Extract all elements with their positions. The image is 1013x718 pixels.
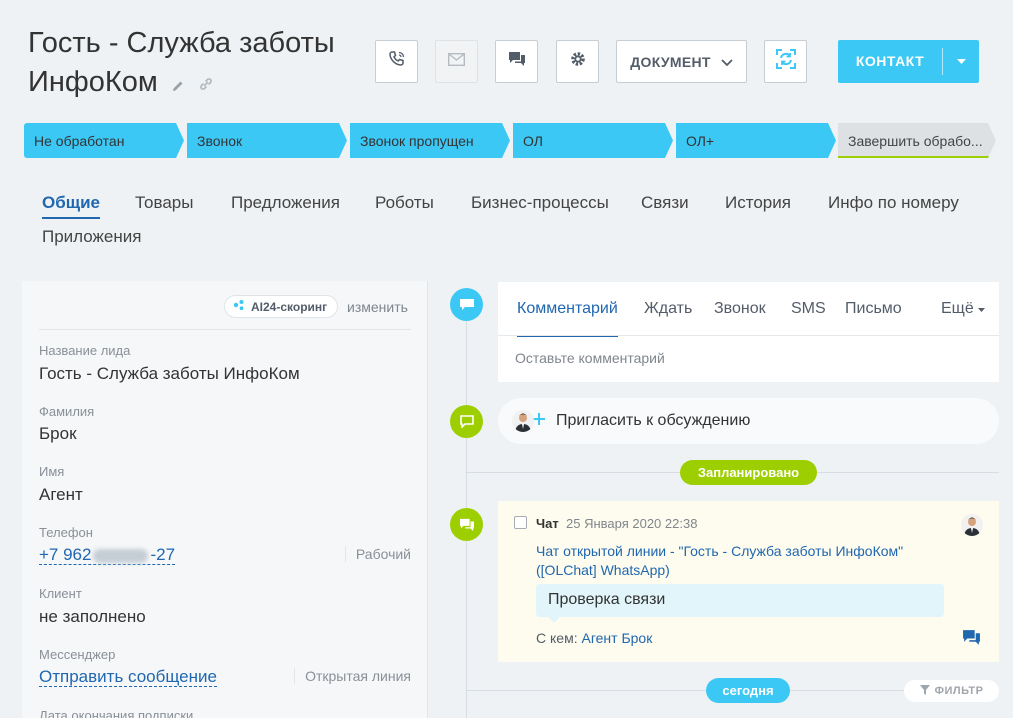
ai-scoring-badge[interactable]: AI24-скоринг — [224, 295, 339, 318]
stage-ol-plus[interactable]: ОЛ+ — [676, 123, 836, 158]
tab-links[interactable]: Связи — [641, 193, 689, 213]
with-label: С кем: — [536, 630, 578, 646]
chat-date: 25 Января 2020 22:38 — [566, 516, 698, 531]
open-line-chat-link[interactable]: Чат открытой линии - "Гость - Служба заб… — [536, 542, 936, 580]
chat-dot-icon — [450, 508, 483, 541]
stage-not-processed[interactable]: Не обработан — [24, 123, 184, 158]
document-button[interactable]: ДОКУМЕНТ — [616, 40, 747, 83]
filter-button[interactable]: ФИЛЬТР — [904, 680, 999, 702]
messenger-type: Открытая линия — [294, 668, 411, 684]
editor-tab-call[interactable]: Звонок — [714, 300, 766, 318]
contact-button-label: КОНТАКТ — [838, 48, 943, 75]
chat-bubbles-icon — [508, 51, 526, 72]
stage-call[interactable]: Звонок — [187, 123, 347, 158]
field-label-phone: Телефон — [39, 525, 93, 540]
field-value-lead-name: Гость - Служба заботы ИнфоКом — [39, 364, 300, 383]
comment-input[interactable]: Оставьте комментарий — [515, 350, 665, 366]
phone-suffix: -27 — [150, 545, 176, 564]
chat-title: Чат — [536, 516, 559, 531]
call-button[interactable] — [375, 40, 418, 83]
field-label-client: Клиент — [39, 586, 82, 601]
tab-general[interactable]: Общие — [42, 193, 100, 219]
field-label-subscription-end: Дата окончания подписки — [39, 708, 194, 718]
gear-icon — [569, 50, 587, 73]
stage-ol[interactable]: ОЛ — [513, 123, 673, 158]
field-label-first-name: Имя — [39, 464, 65, 479]
with-whom: С кем: Агент Брок — [536, 630, 652, 646]
email-button[interactable] — [435, 40, 478, 83]
send-message-link[interactable]: Отправить сообщение — [39, 667, 217, 687]
editor-divider — [498, 335, 999, 336]
avatar — [512, 410, 534, 432]
field-label-last-name: Фамилия — [39, 404, 95, 419]
avatar — [961, 514, 983, 536]
pencil-icon[interactable] — [172, 64, 184, 103]
invite-label: Пригласить к обсуждению — [556, 412, 751, 429]
message-bubble: Проверка связи — [536, 584, 944, 623]
field-label-lead-name: Название лида — [39, 343, 131, 358]
redacted-digits — [93, 548, 149, 563]
settings-button[interactable] — [556, 40, 599, 83]
lead-details-panel: AI24-скоринг изменить Название лида Гост… — [22, 281, 428, 718]
chat-activity-card: Чат 25 Января 2020 22:38 Чат открытой ли… — [498, 501, 999, 662]
planned-badge: Запланировано — [680, 460, 817, 485]
field-label-messenger: Мессенджер — [39, 647, 116, 662]
editor-tab-wait[interactable]: Ждать — [644, 300, 692, 318]
scoring-icon — [233, 299, 245, 314]
more-caret-icon — [978, 308, 986, 312]
filter-label: ФИЛЬТР — [934, 685, 984, 697]
contact-button[interactable]: КОНТАКТ — [838, 40, 979, 83]
stage-missed-call[interactable]: Звонок пропущен — [350, 123, 510, 158]
chat-button[interactable] — [495, 40, 538, 83]
dropdown-arrow-icon[interactable] — [943, 58, 979, 65]
envelope-icon — [447, 52, 466, 71]
editor-tab-comment[interactable]: Комментарий — [517, 300, 618, 337]
editor-tab-email[interactable]: Письмо — [845, 300, 902, 318]
today-badge: сегодня — [706, 678, 790, 703]
field-value-last-name: Брок — [39, 424, 77, 443]
tab-products[interactable]: Товары — [135, 193, 193, 213]
stage-finish[interactable]: Завершить обрабо... — [838, 123, 996, 158]
message-text: Проверка связи — [548, 591, 666, 608]
complete-checkbox[interactable] — [514, 516, 527, 529]
invite-discussion-button[interactable]: Пригласить к обсуждению — [498, 398, 999, 444]
add-plus-icon — [532, 412, 546, 431]
link-icon[interactable] — [198, 64, 214, 103]
field-value-first-name: Агент — [39, 485, 83, 504]
tab-number-info[interactable]: Инфо по номеру — [828, 193, 959, 213]
activity-editor: Комментарий Ждать Звонок SMS Письмо Ещё … — [498, 282, 999, 382]
convert-icon — [775, 48, 797, 75]
comment-dot-icon — [450, 288, 483, 321]
discussion-dot-icon — [450, 405, 483, 438]
funnel-icon — [919, 684, 930, 698]
tab-business-processes[interactable]: Бизнес-процессы — [471, 193, 609, 213]
divider — [39, 329, 411, 330]
phone-prefix: +7 962 — [39, 545, 92, 564]
page-title: Гость - Служба заботы ИнфоКом — [28, 24, 358, 103]
open-chat-icon[interactable] — [962, 629, 981, 651]
convert-button[interactable] — [764, 40, 807, 83]
chevron-down-icon — [721, 54, 733, 70]
editor-tab-sms[interactable]: SMS — [791, 300, 826, 318]
tab-offers[interactable]: Предложения — [231, 193, 340, 213]
scoring-label: AI24-скоринг — [251, 299, 328, 314]
editor-tab-more[interactable]: Ещё — [941, 300, 986, 318]
document-button-label: ДОКУМЕНТ — [630, 53, 711, 70]
change-link[interactable]: изменить — [347, 299, 408, 315]
field-value-client: не заполнено — [39, 607, 146, 626]
tab-robots[interactable]: Роботы — [375, 193, 434, 213]
tab-history[interactable]: История — [725, 193, 791, 213]
phone-icon — [388, 50, 406, 73]
tab-applications[interactable]: Приложения — [42, 227, 141, 247]
phone-link[interactable]: +7 962 -27 — [39, 545, 176, 565]
contact-link[interactable]: Агент Брок — [581, 630, 652, 646]
phone-type: Рабочий — [344, 546, 411, 562]
